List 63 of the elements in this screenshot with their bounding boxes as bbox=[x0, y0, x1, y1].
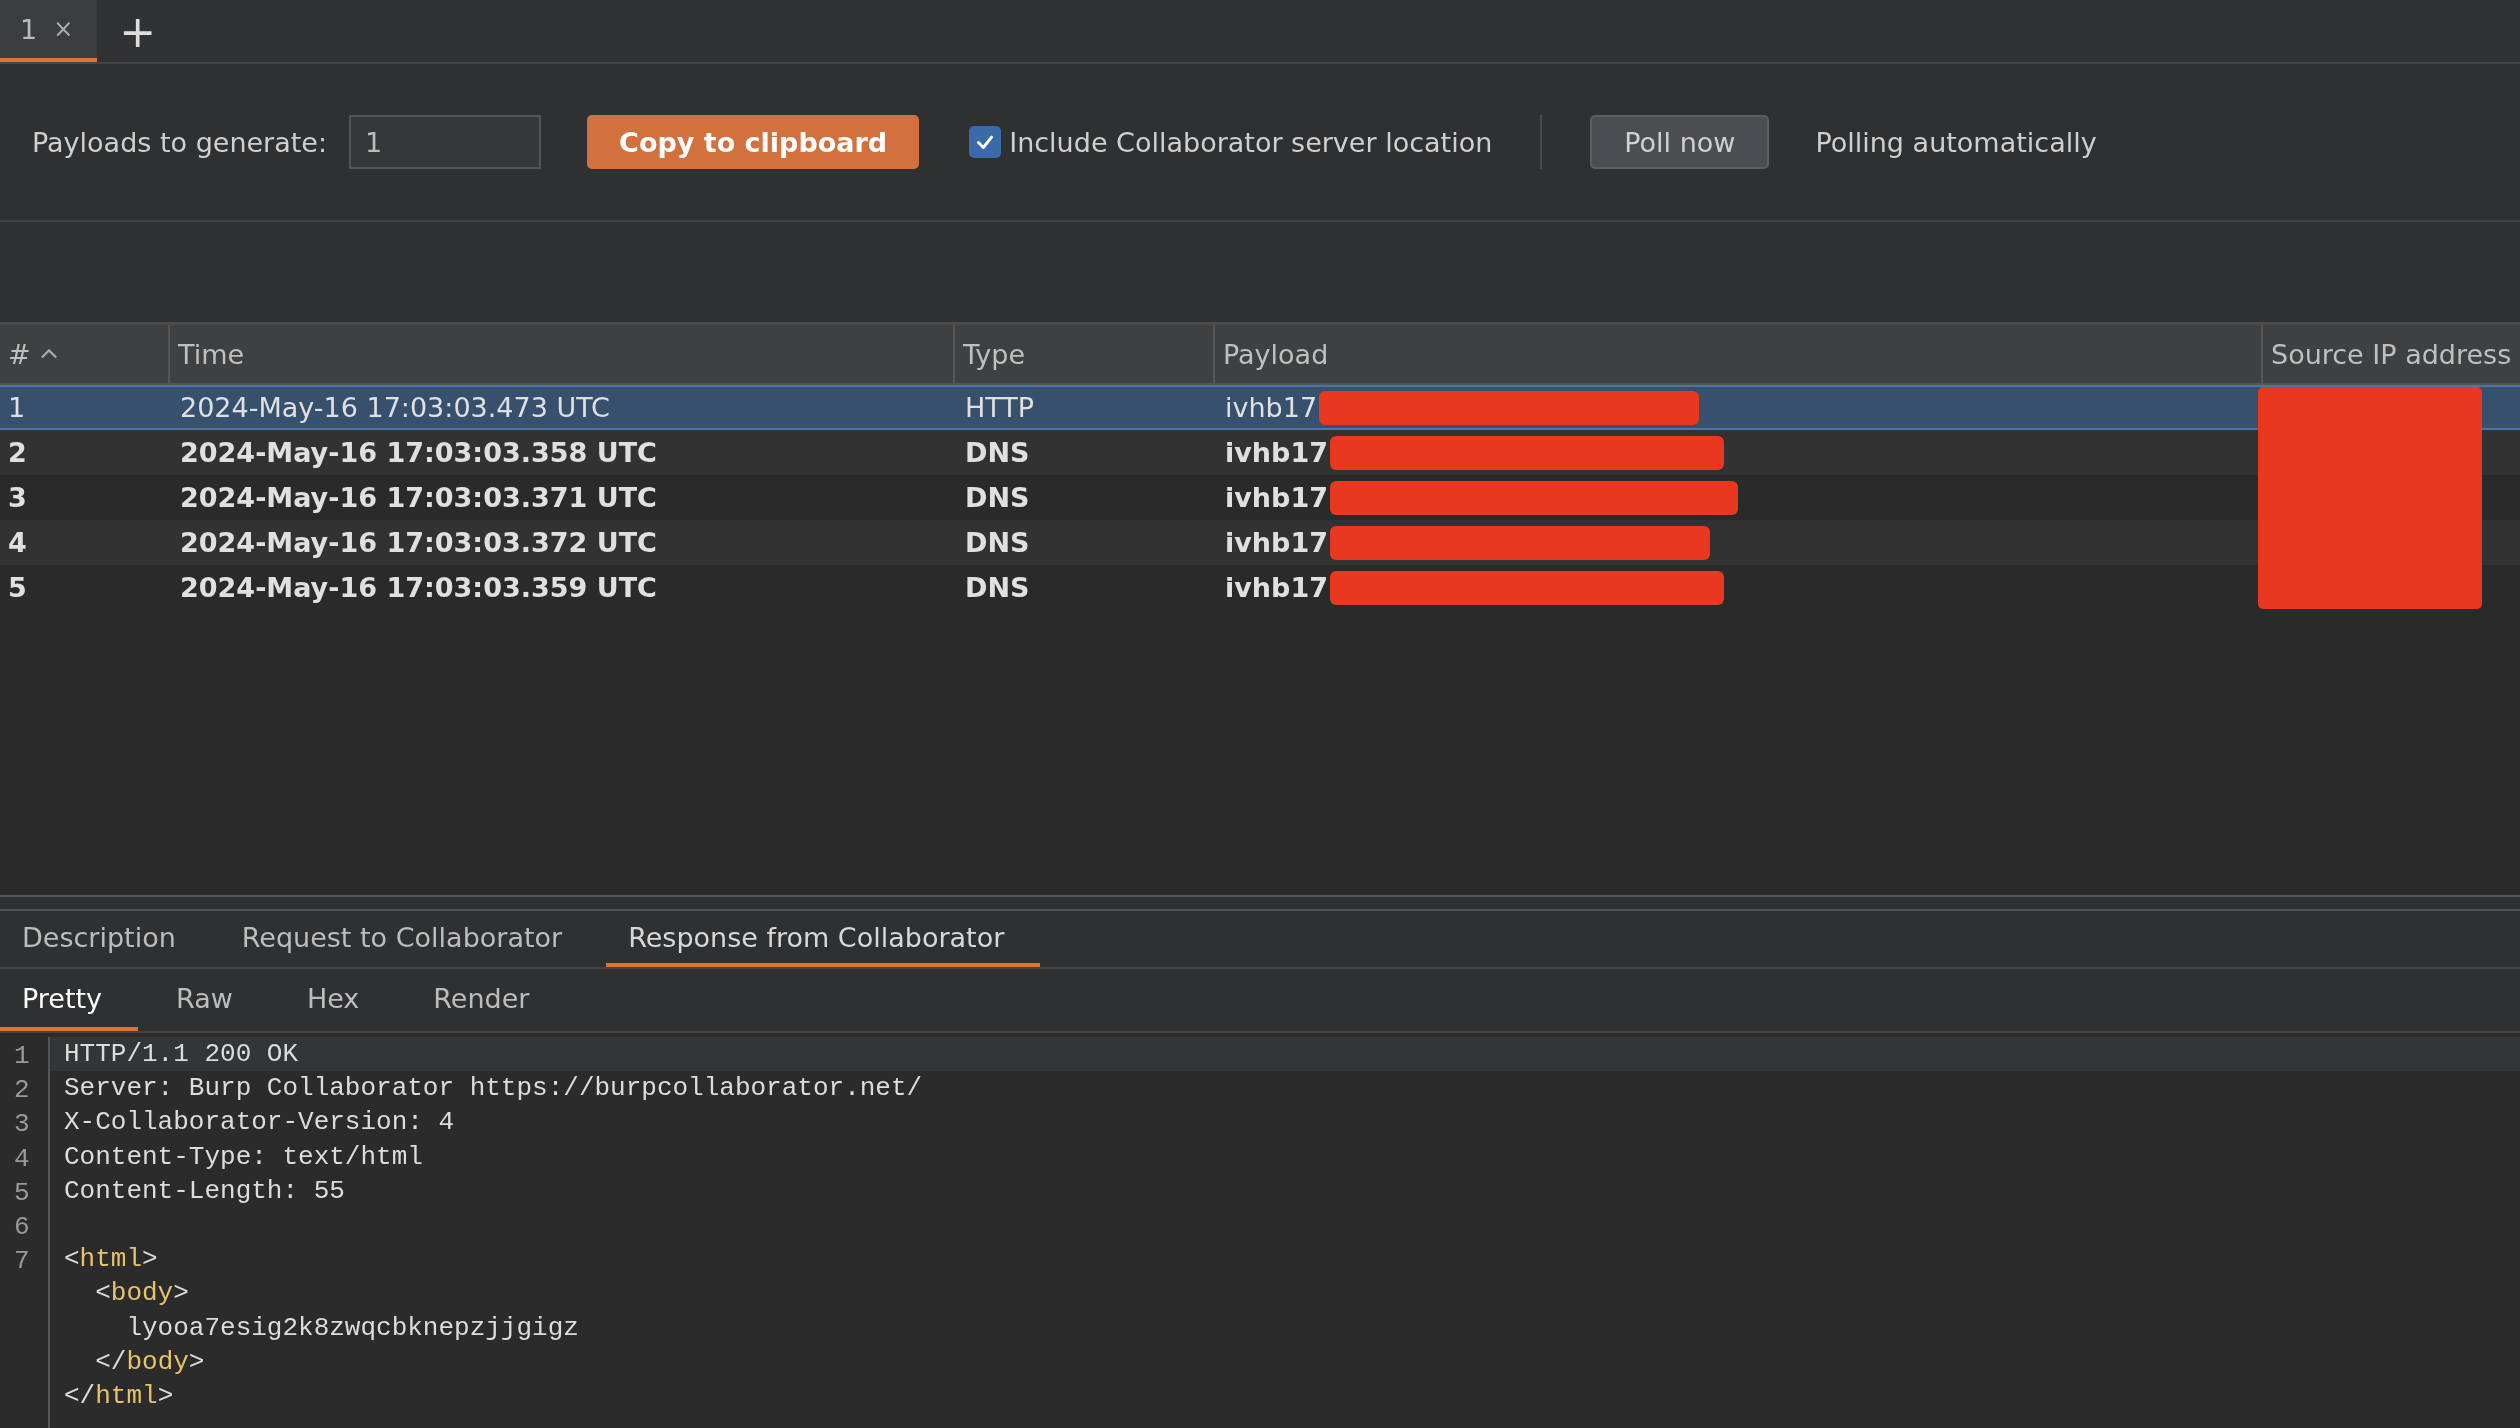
table-cell-text: DNS bbox=[964, 527, 1031, 558]
code-line: <body> bbox=[94, 1278, 189, 1309]
detail-tab[interactable]: Description bbox=[0, 911, 212, 967]
table-cell-text: 4 bbox=[7, 527, 28, 558]
payloads-label: Payloads to generate: bbox=[32, 126, 328, 158]
table-cell-text: DNS bbox=[964, 572, 1031, 603]
column-header[interactable]: # bbox=[0, 325, 170, 383]
close-icon[interactable]: × bbox=[53, 15, 74, 43]
table-cell-text: 2024-May-16 17:03:03.473 UTC bbox=[179, 392, 611, 423]
table-cell-text: 2 bbox=[7, 437, 28, 468]
table-cell-text: DNS bbox=[964, 482, 1031, 513]
code-line: </html> bbox=[64, 1380, 174, 1411]
table-cell: ivhb17 bbox=[1225, 527, 1328, 558]
code-line: lyooa7esig2k8zwqcbknepzjjgigz bbox=[125, 1312, 579, 1343]
polling-status: Polling automatically bbox=[1815, 126, 2097, 158]
code-line: </body> bbox=[94, 1346, 205, 1377]
line-number: 3 bbox=[13, 1108, 31, 1140]
table-cell-text: 2024-May-16 17:03:03.372 UTC bbox=[179, 527, 658, 558]
view-tab[interactable]: Render bbox=[411, 969, 566, 1031]
checkbox-label: Include Collaborator server location bbox=[1009, 126, 1493, 158]
checkbox[interactable] bbox=[969, 126, 1002, 158]
table-cell-text: HTTP bbox=[964, 392, 1036, 423]
table-row[interactable]: 4 2024-May-16 17:03:03.372 UTC DNS ivhb17 bbox=[0, 520, 2520, 565]
code-line: Content-Type: text/html bbox=[64, 1141, 423, 1172]
code-line: Content-Length: 55 bbox=[64, 1175, 345, 1206]
line-number: 6 bbox=[13, 1210, 31, 1243]
table-cell-text: 2024-May-16 17:03:03.359 UTC bbox=[179, 572, 658, 603]
code-line: <html> bbox=[64, 1244, 158, 1275]
table-cell: ivhb17 bbox=[1225, 437, 1328, 468]
table-cell-text: 2024-May-16 17:03:03.371 UTC bbox=[179, 482, 658, 513]
payloads-field[interactable]: 1 bbox=[349, 115, 542, 169]
poll-button[interactable]: Poll now bbox=[1590, 115, 1770, 169]
add-tab-button[interactable]: + bbox=[97, 0, 179, 62]
column-header[interactable]: Payload bbox=[1215, 325, 2263, 383]
detail-tab[interactable]: Request to Collaborator bbox=[219, 911, 599, 967]
column-header[interactable]: Time bbox=[170, 325, 955, 383]
tab-label: 1 bbox=[20, 13, 38, 45]
table-cell-text: 2024-May-16 17:03:03.358 UTC bbox=[179, 437, 658, 468]
table-cell: ivhb17 bbox=[1225, 482, 1328, 513]
line-number: 2 bbox=[13, 1074, 31, 1106]
table-cell: ivhb17 bbox=[1225, 392, 1318, 423]
code-line: Server: Burp Collaborator https://burpcollaborator.net/ bbox=[64, 1073, 923, 1104]
session-tab[interactable]: 1 × bbox=[0, 0, 98, 62]
table-cell: ivhb17 bbox=[1225, 572, 1328, 603]
code-line: X-Collaborator-Version: 4 bbox=[64, 1107, 455, 1138]
table-cell-text: DNS bbox=[964, 437, 1031, 468]
table-cell-text: 3 bbox=[7, 482, 28, 513]
table-row[interactable]: 2 2024-May-16 17:03:03.358 UTC DNS ivhb17 bbox=[0, 430, 2520, 475]
column-header[interactable]: Type bbox=[955, 325, 1215, 383]
table-cell-text: 1 bbox=[7, 392, 27, 423]
code-line: HTTP/1.1 200 OK bbox=[64, 1039, 299, 1070]
view-tab[interactable]: Hex bbox=[284, 969, 396, 1031]
view-tab[interactable]: Raw bbox=[154, 969, 269, 1031]
sort-icon[interactable] bbox=[38, 348, 59, 360]
line-number: 4 bbox=[13, 1142, 31, 1174]
line-number: 1 bbox=[13, 1040, 31, 1072]
line-number: 7 bbox=[13, 1245, 31, 1277]
table-cell-text: 5 bbox=[7, 572, 28, 603]
table-row[interactable]: 1 2024-May-16 17:03:03.473 UTC HTTP ivhb17 bbox=[0, 385, 2520, 430]
column-header[interactable]: Source IP address bbox=[2263, 325, 2520, 383]
splitter-handle[interactable] bbox=[0, 895, 2520, 911]
detail-tab[interactable]: Response from Collaborator bbox=[606, 911, 1041, 967]
line-number: 5 bbox=[13, 1176, 31, 1208]
